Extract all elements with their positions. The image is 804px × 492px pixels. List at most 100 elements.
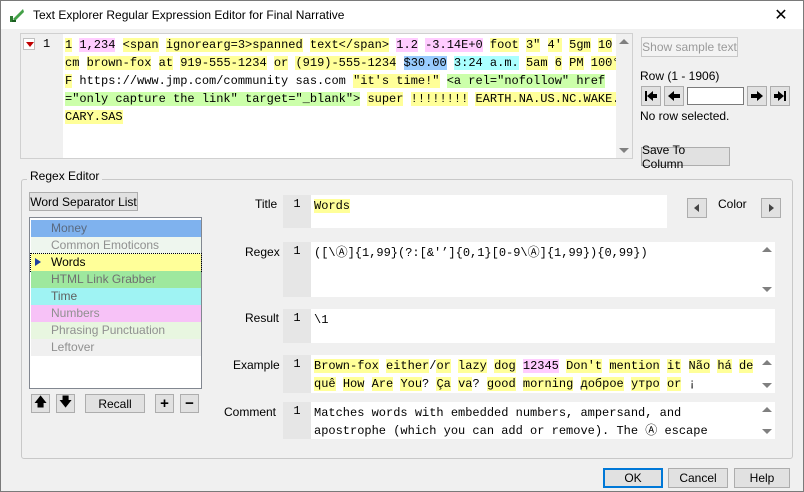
sample-token <box>159 38 166 52</box>
example-scroll-down-icon[interactable] <box>762 383 772 388</box>
remove-button[interactable]: − <box>180 394 199 413</box>
triangle-left-icon <box>694 204 699 212</box>
example-token: de <box>738 359 754 373</box>
example-token: How <box>342 377 365 391</box>
example-token: dog <box>494 359 516 373</box>
selected-arrow-icon <box>35 258 41 266</box>
comment-scrollbar[interactable] <box>759 402 775 439</box>
regex-field[interactable]: 1 ([\Ⓐ]{1,99}(?:[&'’]{0,1}[0-9\Ⓐ]{1,99})… <box>283 242 775 297</box>
title-field[interactable]: 1 Words <box>283 195 667 228</box>
regex-list-item[interactable]: Words <box>30 253 202 272</box>
example-token: quê <box>314 377 336 391</box>
show-sample-text-button[interactable]: Show sample text <box>641 37 738 57</box>
recall-button[interactable]: Recall <box>85 394 145 413</box>
comment-scroll-up-icon[interactable] <box>762 407 772 412</box>
row-number-input[interactable] <box>687 87 744 105</box>
last-row-button[interactable] <box>770 86 790 106</box>
regex-list-item[interactable]: Common Emoticons <box>31 237 201 254</box>
prev-row-button[interactable] <box>664 86 684 106</box>
example-scroll-up-icon[interactable] <box>762 360 772 365</box>
example-token: morning <box>522 377 574 391</box>
regex-list[interactable]: Money Common Emoticons Words HTML Link Grab… <box>29 217 202 389</box>
title-bar[interactable]: Text Explorer Regular Expression Editor … <box>1 1 803 29</box>
regex-list-item[interactable]: Numbers <box>31 305 201 322</box>
sample-token <box>151 56 158 70</box>
regex-scroll-up-icon[interactable] <box>762 247 772 252</box>
first-row-button[interactable] <box>641 86 661 106</box>
sample-token: 919-555-1234 <box>180 56 267 70</box>
result-line-number: 1 <box>283 309 311 343</box>
example-scrollbar[interactable] <box>759 355 775 393</box>
color-prev-button[interactable] <box>687 198 707 218</box>
example-token <box>681 359 688 373</box>
cancel-button[interactable]: Cancel <box>668 468 728 488</box>
move-up-button[interactable]: 🡅 <box>31 394 50 413</box>
sample-token <box>483 38 490 52</box>
sample-token: foot <box>489 38 519 52</box>
regex-list-item[interactable]: Phrasing Punctuation <box>31 322 201 339</box>
regex-value: ([\Ⓐ]{1,99}(?:[&'’]{0,1}[0-9\Ⓐ]{1,99}){0… <box>314 246 648 260</box>
regex-scroll-down-icon[interactable] <box>762 287 772 292</box>
save-to-column-button[interactable]: Save To Column <box>641 143 730 171</box>
example-token <box>451 377 458 391</box>
comment-field[interactable]: 1 Matches words with embedded numbers, a… <box>283 402 775 439</box>
example-token: доброе <box>580 377 624 391</box>
example-token: either <box>386 359 430 373</box>
comment-scroll-down-icon[interactable] <box>762 429 772 434</box>
example-token <box>624 377 631 391</box>
triangle-right-icon <box>769 204 774 212</box>
sample-token <box>540 38 547 52</box>
regex-list-item[interactable]: Time <box>31 288 201 305</box>
color-next-button[interactable] <box>761 198 781 218</box>
example-token <box>559 359 566 373</box>
sample-token: 5am <box>525 56 548 70</box>
sample-scrollbar[interactable] <box>616 34 632 158</box>
regex-line-number: 1 <box>283 242 311 297</box>
add-button[interactable]: + <box>155 394 174 413</box>
sample-line-number: 1 <box>43 37 51 51</box>
scroll-down-icon[interactable] <box>619 148 629 153</box>
example-token: Don't <box>566 359 603 373</box>
example-field[interactable]: 1 Brown-fox either/or lazy dog 12345 Don… <box>283 355 775 393</box>
example-token: mention <box>609 359 660 373</box>
sample-token: cm <box>65 56 80 70</box>
sample-token <box>403 92 410 106</box>
example-token: it <box>666 359 682 373</box>
sample-token <box>447 56 454 70</box>
plus-icon: + <box>160 395 169 412</box>
sample-text-box[interactable]: 1 1 1,234 <span ignorearg=3>spanned text… <box>20 33 633 159</box>
close-icon[interactable]: ✕ <box>759 1 803 29</box>
example-token <box>451 359 458 373</box>
example-token <box>516 359 523 373</box>
comment-line-number: 1 <box>283 402 311 439</box>
example-token: lazy <box>458 359 487 373</box>
example-token <box>364 377 371 391</box>
example-token: Are <box>371 377 394 391</box>
regex-list-item[interactable]: Money <box>31 220 201 237</box>
regex-list-item-label: Leftover <box>51 340 95 354</box>
example-token: or <box>666 377 682 391</box>
regex-list-item-label: Phrasing Punctuation <box>51 323 166 337</box>
next-row-icon <box>751 91 763 101</box>
regex-list-item[interactable]: HTML Link Grabber <box>31 271 201 288</box>
regex-editor-group-title: Regex Editor <box>27 169 103 183</box>
scroll-up-icon[interactable] <box>619 39 629 44</box>
example-token <box>573 377 580 391</box>
example-token: va <box>458 377 473 391</box>
help-button[interactable]: Help <box>734 468 790 488</box>
row-status-text: No row selected. <box>640 109 730 123</box>
sample-token: $30.00 <box>403 56 447 70</box>
next-row-button[interactable] <box>747 86 767 106</box>
regex-list-item[interactable]: Leftover <box>31 339 201 356</box>
example-token: утро <box>630 377 660 391</box>
ok-button[interactable]: OK <box>603 468 663 488</box>
move-down-button[interactable]: 🡇 <box>56 394 75 413</box>
sample-token <box>584 56 591 70</box>
example-token: Brown-fox <box>314 359 379 373</box>
word-separator-list-button[interactable]: Word Separator List <box>29 192 138 211</box>
result-field[interactable]: 1 \1 <box>283 309 775 343</box>
regex-scrollbar[interactable] <box>759 242 775 297</box>
red-triangle-menu-icon[interactable] <box>23 38 35 50</box>
sample-token: !!!!!!!! <box>410 92 469 106</box>
sample-token: PM <box>569 56 584 70</box>
